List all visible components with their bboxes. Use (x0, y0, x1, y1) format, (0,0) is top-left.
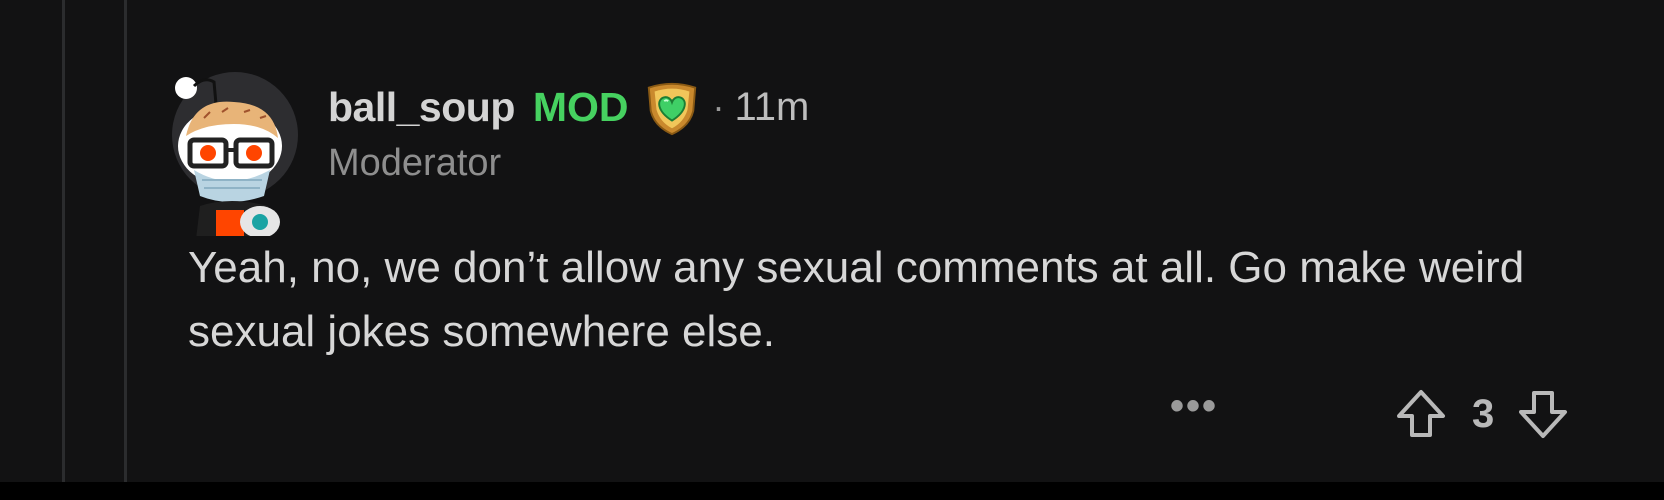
separator-dot: · (712, 86, 725, 127)
comment-timestamp: 11m (734, 84, 810, 129)
thread-line-inner[interactable] (124, 0, 127, 482)
comment-header: ball_soup MOD · 11m (328, 78, 810, 136)
comment-actions: ••• 3 (1170, 386, 1570, 442)
more-options-icon[interactable]: ••• (1170, 386, 1218, 426)
mod-tag: MOD (532, 83, 629, 130)
shield-heart-icon[interactable] (643, 78, 701, 136)
comment-screen: ball_soup MOD · 11m Moderator Yeah, no, … (0, 0, 1664, 500)
user-flair: Moderator (328, 142, 502, 184)
username-link[interactable]: ball_soup (328, 84, 515, 131)
vote-score: 3 (1472, 391, 1495, 436)
snoo-avatar-icon (175, 77, 282, 236)
downvote-arrow-icon[interactable] (1516, 387, 1570, 441)
comment-body: Yeah, no, we don’t allow any sexual comm… (188, 243, 1525, 356)
upvote-arrow-icon[interactable] (1394, 387, 1448, 441)
bottom-bar (0, 482, 1664, 500)
avatar[interactable] (172, 72, 298, 236)
thread-line-outer[interactable] (62, 0, 65, 482)
